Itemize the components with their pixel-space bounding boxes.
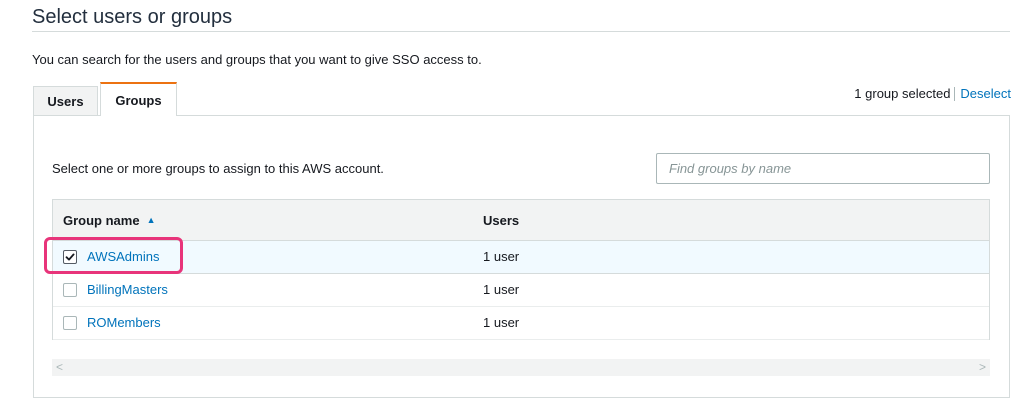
group-users-count: 1 user — [483, 282, 520, 297]
row-checkbox[interactable] — [63, 283, 77, 297]
checkmark-icon — [65, 253, 75, 261]
group-search-input[interactable] — [656, 153, 990, 184]
selection-divider — [954, 86, 956, 101]
intro-text: You can search for the users and groups … — [32, 52, 482, 67]
column-header-group-name[interactable]: Group name ▲ — [63, 200, 156, 240]
page-title: Select users or groups — [32, 6, 233, 28]
group-users-count: 1 user — [483, 315, 520, 330]
groups-helper-text: Select one or more groups to assign to t… — [52, 161, 384, 176]
title-divider — [32, 31, 1010, 32]
table-header: Group name ▲ Users — [53, 200, 989, 241]
column-label-group-name: Group name — [63, 212, 140, 228]
table-row[interactable]: BillingMasters 1 user — [53, 274, 989, 307]
selection-summary: 1 group selected Deselect — [854, 86, 1011, 101]
row-checkbox[interactable] — [63, 250, 77, 264]
row-checkbox[interactable] — [63, 316, 77, 330]
selection-count: 1 group selected — [854, 86, 951, 101]
chevron-left-icon[interactable]: < — [56, 360, 63, 374]
triangle-up-icon: ▲ — [146, 215, 156, 225]
deselect-link[interactable]: Deselect — [960, 86, 1011, 101]
group-users-count: 1 user — [483, 249, 520, 264]
column-header-users: Users — [483, 200, 519, 240]
column-label-users: Users — [483, 212, 520, 228]
group-name-link[interactable]: AWSAdmins — [87, 249, 159, 264]
table-row[interactable]: AWSAdmins 1 user — [53, 241, 989, 274]
horizontal-scrollbar[interactable]: < > — [52, 359, 990, 376]
tab-users[interactable]: Users — [33, 86, 98, 116]
chevron-right-icon[interactable]: > — [979, 360, 986, 374]
group-name-link[interactable]: BillingMasters — [87, 282, 168, 297]
groups-table: Group name ▲ Users AWSAdmins 1 user Bill… — [52, 199, 990, 340]
table-row[interactable]: ROMembers 1 user — [53, 307, 989, 340]
group-name-link[interactable]: ROMembers — [87, 315, 161, 330]
tab-groups[interactable]: Groups — [100, 82, 177, 116]
